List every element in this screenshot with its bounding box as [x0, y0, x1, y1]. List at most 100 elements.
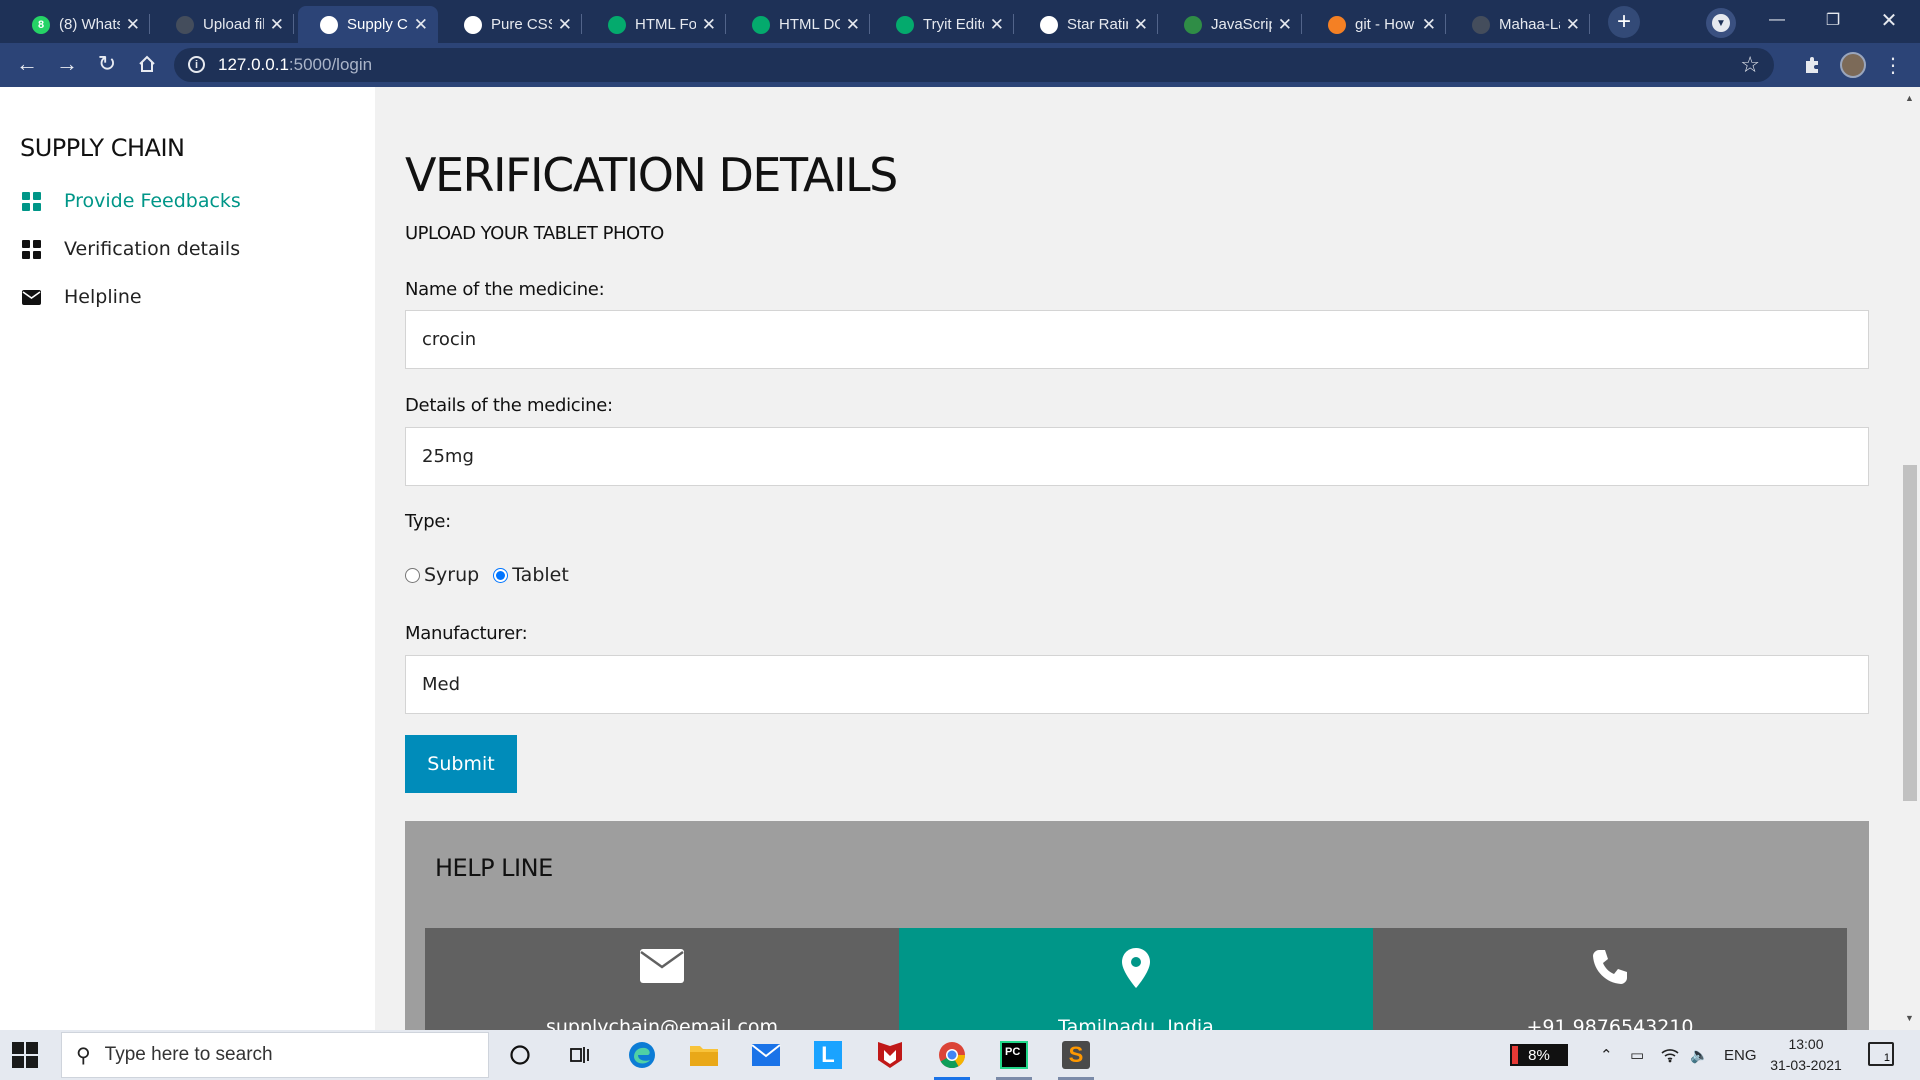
- mcafee-icon[interactable]: [870, 1035, 910, 1075]
- battery-indicator[interactable]: 8%: [1510, 1044, 1568, 1066]
- task-view-icon[interactable]: [560, 1035, 600, 1075]
- tab-separator: [869, 14, 870, 34]
- browser-tab[interactable]: Pure CSS ✕: [442, 6, 582, 43]
- lens-app-icon[interactable]: L: [808, 1035, 848, 1075]
- medicine-details-input[interactable]: [405, 427, 1869, 486]
- helpline-title: HELP LINE: [435, 854, 553, 882]
- close-tab-icon[interactable]: ✕: [414, 15, 428, 35]
- battery-status-icon[interactable]: ▭: [1630, 1030, 1644, 1080]
- address-bar[interactable]: i 127.0.0.1:5000/login ☆: [174, 48, 1774, 82]
- volume-icon[interactable]: 🔈: [1690, 1030, 1709, 1080]
- helpline-location-text: Tamilnadu, India: [1058, 1016, 1214, 1030]
- browser-tab[interactable]: git - How ✕: [1306, 6, 1446, 43]
- manufacturer-input[interactable]: [405, 655, 1869, 714]
- close-tab-icon[interactable]: ✕: [1566, 15, 1580, 35]
- back-button[interactable]: ←: [12, 49, 42, 79]
- profile-avatar[interactable]: [1840, 52, 1866, 78]
- close-tab-icon[interactable]: ✕: [270, 15, 284, 35]
- sidebar-item-label: Provide Feedbacks: [64, 190, 241, 212]
- browser-tab[interactable]: Star Rating ✕: [1018, 6, 1158, 43]
- dashboard-icon: [20, 191, 42, 211]
- taskbar-search-placeholder: Type here to search: [104, 1044, 273, 1065]
- close-tab-icon[interactable]: ✕: [702, 15, 716, 35]
- syrup-radio[interactable]: [405, 567, 420, 583]
- helpline-email-card: supplychain@email.com: [425, 928, 899, 1030]
- wifi-icon[interactable]: [1660, 1030, 1680, 1080]
- close-tab-icon[interactable]: ✕: [1134, 15, 1148, 35]
- page-title: VERIFICATION DETAILS: [405, 148, 898, 202]
- tab-title: Tryit Editor: [923, 16, 984, 33]
- browser-tab[interactable]: Upload files ✕: [154, 6, 294, 43]
- reload-icon: ↻: [97, 51, 117, 76]
- bookmark-star-icon[interactable]: ☆: [1740, 52, 1760, 78]
- close-tab-icon[interactable]: ✕: [1422, 15, 1436, 35]
- browser-tab[interactable]: 8 (8) WhatsApp ✕: [10, 6, 150, 43]
- close-tab-icon[interactable]: ✕: [1278, 15, 1292, 35]
- globe-icon: [1040, 15, 1058, 34]
- tab-title: Star Rating: [1067, 16, 1128, 33]
- tablet-option[interactable]: Tablet: [493, 564, 569, 586]
- type-radio-group: Syrup Tablet: [405, 564, 583, 586]
- cortana-icon[interactable]: [500, 1035, 540, 1075]
- home-button[interactable]: [132, 49, 162, 79]
- medicine-name-label: Name of the medicine:: [405, 279, 605, 300]
- w3schools-icon: [608, 15, 626, 34]
- pycharm-icon[interactable]: PC: [994, 1035, 1034, 1080]
- browser-tab[interactable]: Tryit Editor ✕: [874, 6, 1014, 43]
- browser-tab[interactable]: HTML DOM ✕: [730, 6, 870, 43]
- close-tab-icon[interactable]: ✕: [990, 15, 1004, 35]
- github-icon: [1472, 15, 1490, 34]
- close-tab-icon[interactable]: ✕: [126, 15, 140, 35]
- browser-tab[interactable]: Mahaa-La ✕: [1450, 6, 1590, 43]
- page-scrollbar[interactable]: ▲ ▼: [1900, 87, 1920, 1030]
- browser-tab[interactable]: Supply Chain ✕: [298, 6, 438, 43]
- medicine-name-input[interactable]: [405, 310, 1869, 369]
- sublime-text-icon[interactable]: S: [1056, 1035, 1096, 1080]
- edge-browser-icon[interactable]: [622, 1035, 662, 1075]
- sidebar-item-label: Verification details: [64, 238, 241, 260]
- close-tab-icon[interactable]: ✕: [846, 15, 860, 35]
- chrome-icon[interactable]: [932, 1035, 972, 1080]
- submit-button[interactable]: Submit: [405, 735, 517, 793]
- tab-title: git - How: [1355, 16, 1415, 33]
- tab-separator: [1589, 14, 1590, 34]
- close-tab-icon[interactable]: ✕: [558, 15, 572, 35]
- close-window-button[interactable]: ✕: [1862, 0, 1916, 40]
- windows-start-icon[interactable]: [12, 1042, 38, 1068]
- browser-tab[interactable]: HTML Forms ✕: [586, 6, 726, 43]
- minimize-button[interactable]: —: [1750, 0, 1804, 40]
- sidebar-item-provide-feedbacks[interactable]: Provide Feedbacks: [20, 190, 241, 212]
- scrollbar-thumb[interactable]: [1903, 465, 1917, 801]
- notifications-icon[interactable]: 1: [1868, 1042, 1894, 1066]
- browser-tab[interactable]: JavaScript ✕: [1162, 6, 1302, 43]
- dashboard-icon: [20, 239, 42, 259]
- new-tab-button[interactable]: +: [1608, 6, 1640, 38]
- tab-title: JavaScript: [1211, 16, 1272, 33]
- url-text[interactable]: 127.0.0.1:5000/login: [218, 55, 372, 75]
- tab-title: Supply Chain: [347, 16, 408, 33]
- syrup-option[interactable]: Syrup: [405, 564, 479, 586]
- scroll-down-arrow[interactable]: ▼: [1905, 1013, 1914, 1023]
- system-clock[interactable]: 13:00 31-03-2021: [1764, 1034, 1848, 1076]
- scroll-up-arrow[interactable]: ▲: [1905, 93, 1914, 103]
- forward-button[interactable]: →: [52, 49, 82, 79]
- brand-title: SUPPLY CHAIN: [20, 134, 185, 162]
- taskbar-search-box[interactable]: ⚲ Type here to search: [61, 1032, 489, 1078]
- envelope-icon: [425, 948, 899, 984]
- tablet-radio[interactable]: [493, 567, 509, 583]
- browser-menu-icon[interactable]: ⋮: [1880, 52, 1906, 78]
- sidebar-item-helpline[interactable]: Helpline: [20, 286, 142, 308]
- page-content: SUPPLY CHAIN Provide Feedbacks Verificat…: [0, 87, 1920, 1030]
- site-info-icon[interactable]: i: [188, 56, 205, 73]
- tab-search-button[interactable]: ▼: [1706, 8, 1736, 38]
- extensions-puzzle-icon[interactable]: [1799, 52, 1825, 78]
- file-explorer-icon[interactable]: [684, 1035, 724, 1075]
- show-hidden-icons-chevron-icon[interactable]: ⌃: [1600, 1030, 1613, 1080]
- sidebar-item-verification-details[interactable]: Verification details: [20, 238, 240, 260]
- manufacturer-label: Manufacturer:: [405, 623, 528, 644]
- reload-button[interactable]: ↻: [92, 49, 122, 79]
- restore-button[interactable]: ❐: [1806, 0, 1860, 40]
- language-indicator[interactable]: ENG: [1724, 1030, 1757, 1080]
- main-content: VERIFICATION DETAILS UPLOAD YOUR TABLET …: [375, 87, 1900, 1030]
- mail-icon[interactable]: [746, 1035, 786, 1075]
